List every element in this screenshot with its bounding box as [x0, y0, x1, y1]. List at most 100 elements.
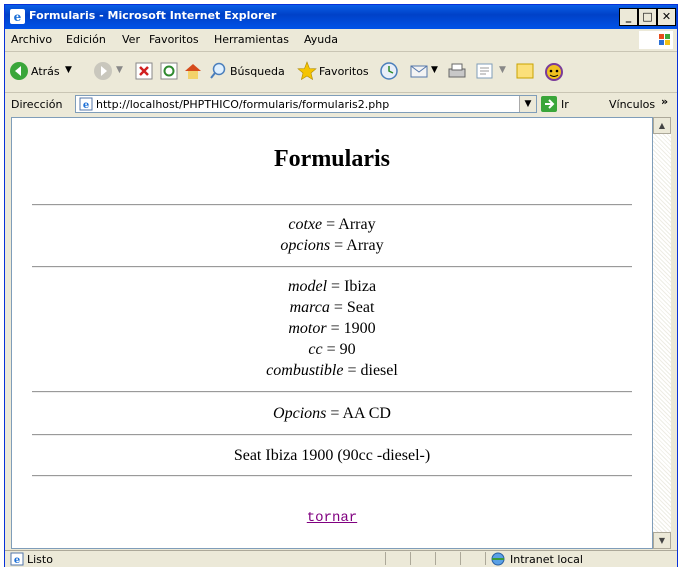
- search-icon: [210, 62, 226, 79]
- status-bar: e Listo Intranet local: [5, 550, 677, 567]
- edit-dropdown-icon[interactable]: ▼: [499, 65, 506, 75]
- field-key: cc: [308, 341, 323, 358]
- list-item: motor = 1900: [12, 318, 652, 339]
- svg-text:e: e: [14, 555, 20, 566]
- field-key: marca: [289, 299, 330, 316]
- field-key: combustible: [266, 362, 344, 379]
- field-value: = 1900: [326, 320, 376, 337]
- field-value: = AA CD: [326, 405, 391, 422]
- page-done-icon: e: [10, 552, 24, 566]
- search-button[interactable]: Búsqueda: [209, 61, 295, 83]
- browser-window: e Formularis - Microsoft Internet Explor…: [4, 4, 678, 567]
- scroll-up-icon[interactable]: ▲: [653, 117, 671, 134]
- history-icon[interactable]: [379, 61, 399, 81]
- standard-toolbar: Atrás ▼ ▼ Búsqueda Favoritos ▼ ▼: [5, 52, 677, 93]
- divider: [32, 204, 632, 206]
- list-item: combustible = diesel: [12, 360, 652, 381]
- divider: [32, 434, 632, 436]
- section-options: Opcions = AA CD: [12, 403, 652, 424]
- status-cell: [410, 552, 435, 565]
- notes-icon[interactable]: [515, 61, 535, 81]
- field-value: = 90: [322, 341, 356, 358]
- minimize-button[interactable]: _: [619, 8, 638, 26]
- ie-icon: e: [10, 9, 25, 24]
- messenger-icon[interactable]: [543, 60, 565, 82]
- list-item: cc = 90: [12, 339, 652, 360]
- star-icon: [297, 61, 317, 81]
- page-heading-wrap: Formularis: [12, 146, 652, 173]
- status-cell: [385, 552, 410, 565]
- close-button[interactable]: ✕: [657, 8, 676, 26]
- divider: [32, 475, 632, 477]
- mail-dropdown-icon[interactable]: ▼: [431, 65, 438, 75]
- address-dropdown-icon[interactable]: ▼: [519, 96, 536, 112]
- field-value: = Seat: [329, 299, 375, 316]
- address-url: http://localhost/PHPTHICO/formularis/for…: [96, 98, 390, 111]
- link-wrap: tornar: [12, 508, 652, 526]
- menu-favoritos[interactable]: Favoritos: [149, 33, 199, 46]
- chevron-right-icon[interactable]: »: [661, 95, 668, 108]
- status-cell: [435, 552, 460, 565]
- menu-ver[interactable]: Ver: [122, 33, 140, 46]
- field-value: = Array: [322, 216, 376, 233]
- vertical-scrollbar[interactable]: ▲ ▼: [653, 117, 671, 549]
- field-value: = Ibiza: [327, 278, 377, 295]
- title-bar: e Formularis - Microsoft Internet Explor…: [5, 5, 677, 29]
- menu-ayuda[interactable]: Ayuda: [304, 33, 338, 46]
- maximize-button[interactable]: □: [638, 8, 657, 26]
- list-item: cotxe = Array: [12, 214, 652, 235]
- mail-icon[interactable]: [409, 61, 431, 81]
- menu-herramientas[interactable]: Herramientas: [214, 33, 289, 46]
- section-car: model = Ibiza marca = Seat motor = 1900 …: [12, 276, 652, 381]
- links-button[interactable]: Vínculos: [609, 98, 655, 111]
- page-content: Formularis cotxe = Array opcions = Array…: [11, 117, 653, 549]
- favorites-button[interactable]: Favoritos: [297, 61, 377, 83]
- summary-text: Seat Ibiza 1900 (90cc -diesel-): [233, 447, 431, 464]
- favorites-label: Favoritos: [319, 65, 369, 78]
- search-label: Búsqueda: [230, 65, 285, 78]
- list-item: opcions = Array: [12, 235, 652, 256]
- menu-edicion[interactable]: Edición: [66, 33, 106, 46]
- back-label: Atrás: [31, 65, 60, 78]
- address-input[interactable]: e http://localhost/PHPTHICO/formularis/f…: [75, 95, 537, 113]
- forward-dropdown-icon[interactable]: ▼: [116, 65, 123, 75]
- field-key: opcions: [280, 237, 331, 254]
- address-bar: Dirección e http://localhost/PHPTHICO/fo…: [5, 93, 677, 115]
- divider: [32, 391, 632, 393]
- status-text: Listo: [27, 553, 53, 566]
- divider: [32, 266, 632, 268]
- go-button[interactable]: Ir: [561, 98, 569, 111]
- edit-icon[interactable]: [475, 61, 495, 81]
- intranet-icon: [491, 552, 505, 566]
- windows-logo-icon: [639, 31, 673, 49]
- address-label: Dirección: [11, 98, 63, 111]
- refresh-icon[interactable]: [160, 62, 178, 80]
- zone-label: Intranet local: [510, 553, 583, 566]
- field-key: cotxe: [288, 216, 323, 233]
- back-link[interactable]: tornar: [307, 510, 357, 526]
- page-icon: e: [79, 97, 93, 111]
- back-button[interactable]: Atrás ▼: [9, 61, 91, 83]
- status-cell: [460, 552, 485, 565]
- svg-text:e: e: [83, 100, 89, 111]
- back-arrow-icon: [10, 62, 28, 80]
- scroll-down-icon[interactable]: ▼: [653, 532, 671, 549]
- print-icon[interactable]: [447, 61, 467, 81]
- stop-icon[interactable]: [135, 62, 153, 80]
- field-key: model: [287, 278, 328, 295]
- section-summary: Seat Ibiza 1900 (90cc -diesel-): [12, 445, 652, 466]
- back-dropdown-icon[interactable]: ▼: [65, 65, 72, 75]
- field-key: motor: [288, 320, 327, 337]
- window-title: Formularis - Microsoft Internet Explorer: [29, 9, 277, 22]
- forward-arrow-icon[interactable]: [93, 61, 113, 81]
- page-heading: Formularis: [274, 146, 390, 172]
- list-item: Opcions = AA CD: [12, 403, 652, 424]
- zone-cell: Intranet local: [485, 552, 676, 566]
- list-item: model = Ibiza: [12, 276, 652, 297]
- field-value: = Array: [330, 237, 384, 254]
- go-arrow-icon[interactable]: [541, 96, 557, 112]
- home-icon[interactable]: [183, 61, 203, 81]
- menu-archivo[interactable]: Archivo: [11, 33, 52, 46]
- menu-bar: Archivo Edición Ver Favoritos Herramient…: [5, 29, 677, 52]
- field-value: = diesel: [343, 362, 398, 379]
